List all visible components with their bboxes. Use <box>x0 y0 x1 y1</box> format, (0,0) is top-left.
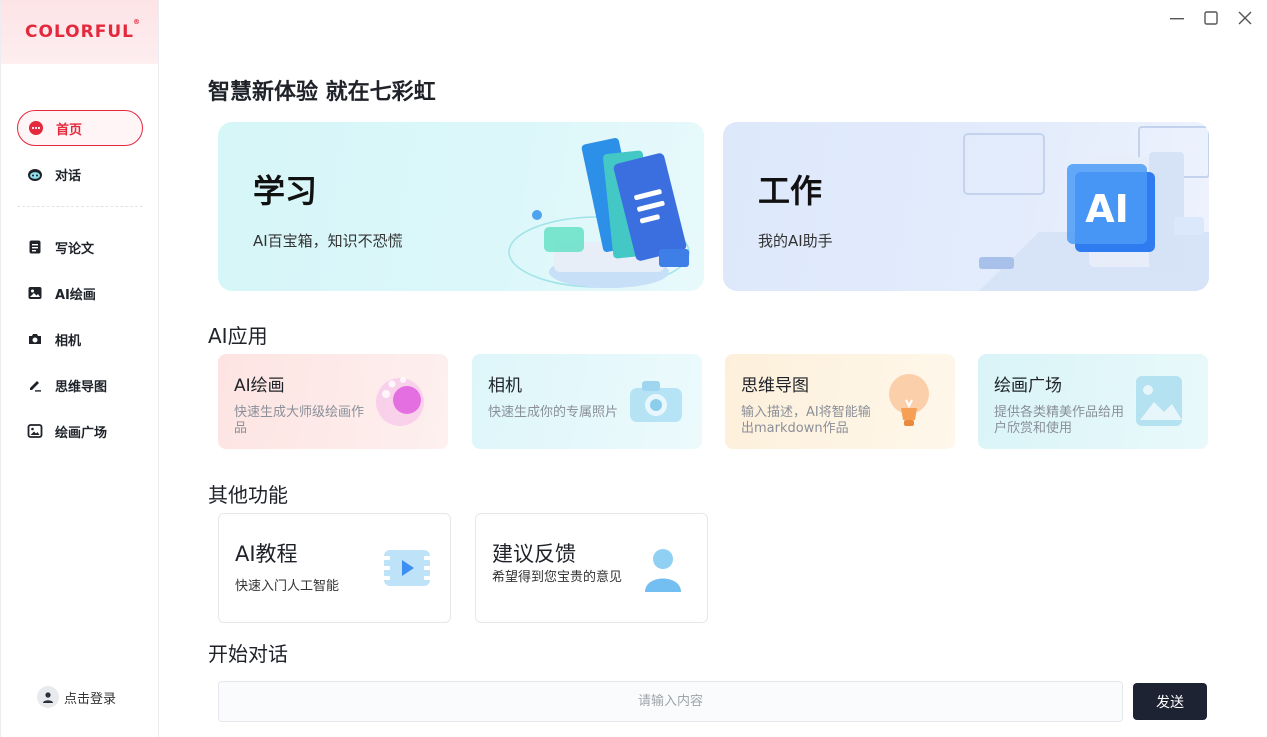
sidebar-item-write-paper[interactable]: 写论文 <box>17 229 143 265</box>
section-title-ai-apps: AI应用 <box>208 324 268 348</box>
app-card-ai-painting[interactable]: AI绘画 快速生成大师级绘画作品 <box>218 354 448 449</box>
hero-title: 工作 <box>758 172 823 210</box>
app-card-camera[interactable]: 相机 快速生成你的专属照片 <box>472 354 702 449</box>
chat-bubble-icon <box>28 120 44 136</box>
section-title-other-functions: 其他功能 <box>208 483 288 507</box>
main-content: 智慧新体验 就在七彩虹 学习 AI百宝箱，知识不恐慌 工作 我的AI助手 AI … <box>160 0 1267 737</box>
books-icon <box>508 137 690 288</box>
app-title: AI绘画 <box>234 376 285 396</box>
sidebar-item-label: AI绘画 <box>55 287 96 303</box>
sidebar-item-label: 首页 <box>56 122 83 138</box>
user-avatar-icon <box>37 686 59 708</box>
document-icon <box>27 239 43 255</box>
app-card-mind-map[interactable]: 思维导图 输入描述，AI将智能输出markdown作品 <box>725 354 955 449</box>
sidebar-item-mind-map[interactable]: 思维导图 <box>17 367 143 403</box>
app-desc: 快速生成你的专属照片 <box>488 405 619 420</box>
app-desc: 快速生成大师级绘画作品 <box>234 405 365 436</box>
func-card-feedback[interactable]: 建议反馈 希望得到您宝贵的意见 <box>475 513 708 623</box>
func-title: AI教程 <box>235 542 298 566</box>
image-icon <box>27 285 43 301</box>
palette-icon <box>376 377 424 426</box>
hero-title: 学习 <box>253 172 318 210</box>
chat-input[interactable] <box>218 681 1123 722</box>
sidebar-item-home[interactable]: 首页 <box>17 110 143 146</box>
sidebar-item-label: 思维导图 <box>55 379 108 395</box>
func-desc: 希望得到您宝贵的意见 <box>492 570 623 585</box>
lightbulb-icon <box>889 374 929 426</box>
camera-icon <box>27 331 43 347</box>
logo-text: COLORFUL <box>25 22 134 42</box>
brand-logo: COLORFUL ® <box>25 18 140 42</box>
ai-monitor-icon: AI <box>963 126 1209 291</box>
sidebar-item-camera[interactable]: 相机 <box>17 321 143 357</box>
func-desc: 快速入门人工智能 <box>235 579 340 594</box>
hero-card-study[interactable]: 学习 AI百宝箱，知识不恐慌 <box>218 122 704 291</box>
hero-subtitle: AI百宝箱，知识不恐慌 <box>253 232 403 250</box>
ai-art-text: AI <box>1085 187 1129 231</box>
logo-area: COLORFUL ® <box>1 0 158 64</box>
video-icon <box>384 550 430 586</box>
sidebar-item-label: 对话 <box>55 168 82 184</box>
login-button[interactable]: 点击登录 <box>37 686 116 708</box>
sidebar-item-chat[interactable]: 对话 <box>17 156 143 192</box>
camera-icon <box>630 381 682 422</box>
page-title: 智慧新体验 就在七彩虹 <box>208 80 436 105</box>
app-title: 绘画广场 <box>994 376 1062 396</box>
func-card-ai-tutorial[interactable]: AI教程 快速入门人工智能 <box>218 513 451 623</box>
sidebar-item-label: 写论文 <box>55 241 95 257</box>
logo-mark: ® <box>132 18 141 26</box>
sidebar-item-label: 相机 <box>55 333 82 349</box>
app-title: 相机 <box>488 376 522 396</box>
sidebar: COLORFUL ® 首页 对话 写论文 AI绘画 相机 思维导图 绘画广场 点… <box>0 0 159 737</box>
app-title: 思维导图 <box>741 376 809 396</box>
hero-card-work[interactable]: 工作 我的AI助手 AI <box>723 122 1209 291</box>
user-icon <box>645 549 681 592</box>
func-title: 建议反馈 <box>492 542 576 566</box>
pen-icon <box>27 377 43 393</box>
send-button[interactable]: 发送 <box>1133 683 1207 720</box>
app-desc: 提供各类精美作品给用户欣赏和使用 <box>994 405 1125 436</box>
sidebar-item-ai-painting[interactable]: AI绘画 <box>17 275 143 311</box>
gallery-icon <box>27 423 43 439</box>
picture-icon <box>1136 376 1182 426</box>
hero-subtitle: 我的AI助手 <box>758 232 833 250</box>
app-desc: 输入描述，AI将智能输出markdown作品 <box>741 405 871 436</box>
login-label: 点击登录 <box>64 691 117 707</box>
sidebar-item-gallery[interactable]: 绘画广场 <box>17 413 143 449</box>
nav-divider <box>17 206 143 207</box>
robot-icon <box>27 166 43 182</box>
sidebar-nav: 首页 对话 写论文 AI绘画 相机 思维导图 绘画广场 <box>1 110 159 459</box>
section-title-start-chat: 开始对话 <box>208 642 288 666</box>
sidebar-item-label: 绘画广场 <box>55 425 108 441</box>
app-card-gallery[interactable]: 绘画广场 提供各类精美作品给用户欣赏和使用 <box>978 354 1208 449</box>
